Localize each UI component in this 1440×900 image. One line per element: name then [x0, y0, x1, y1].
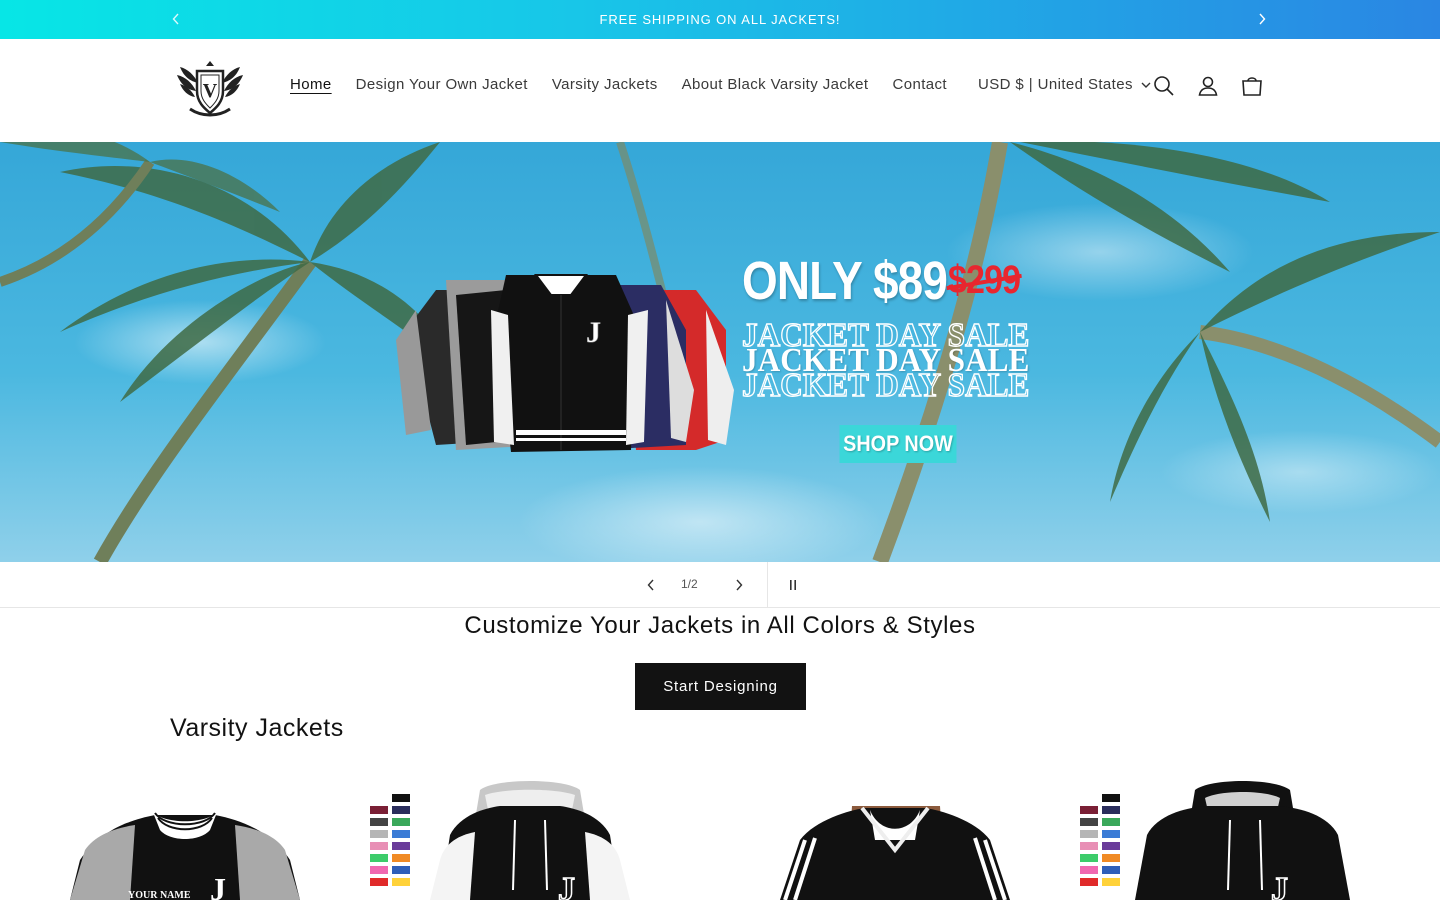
- promo-old-price: $299: [948, 258, 1021, 302]
- account-button[interactable]: [1196, 74, 1220, 98]
- store-logo[interactable]: V: [176, 57, 244, 119]
- start-designing-button[interactable]: Start Designing: [635, 663, 806, 710]
- chevron-left-icon: [647, 579, 654, 591]
- shop-now-button[interactable]: SHOP NOW: [839, 425, 957, 463]
- announcement-prev-button[interactable]: [166, 9, 186, 29]
- svg-text:V: V: [203, 80, 218, 102]
- winged-shield-logo-icon: V: [177, 61, 243, 117]
- varsity-jacket-product-image: YOUR NAME J: [70, 810, 300, 900]
- pause-icon: [790, 580, 796, 590]
- chevron-right-icon: [736, 579, 743, 591]
- varsity-hoodie-black-product-image: J: [1080, 781, 1350, 900]
- nav-about[interactable]: About Black Varsity Jacket: [670, 76, 881, 93]
- announcement-next-button[interactable]: [1252, 9, 1272, 29]
- slider-divider: [767, 562, 768, 608]
- svg-text:YOUR NAME: YOUR NAME: [128, 890, 191, 900]
- product-card[interactable]: J: [365, 780, 655, 900]
- svg-text:J: J: [586, 316, 601, 349]
- varsity-hoodie-product-image: J: [370, 781, 630, 900]
- chevron-left-icon: [172, 13, 179, 25]
- svg-text:J: J: [1271, 871, 1288, 900]
- svg-text:J: J: [210, 871, 226, 900]
- svg-text:J: J: [558, 871, 575, 900]
- cart-icon: [1242, 77, 1262, 96]
- customize-heading: Customize Your Jackets in All Colors & S…: [464, 612, 976, 639]
- slide-prev-button[interactable]: [639, 573, 663, 597]
- product-card[interactable]: J: [1075, 780, 1365, 900]
- announcement-bar: FREE SHIPPING ON ALL JACKETS!: [0, 0, 1440, 39]
- account-icon: [1198, 76, 1218, 96]
- slideshow-controls: 1/2: [0, 562, 1440, 608]
- currency-selector[interactable]: USD $ | United States: [978, 76, 1151, 93]
- product-card[interactable]: YOUR NAME J: [60, 780, 310, 900]
- slide-counter: 1/2: [681, 577, 698, 591]
- main-nav: Home Design Your Own Jacket Varsity Jack…: [278, 76, 959, 93]
- slideshow-pause-button[interactable]: [781, 573, 805, 597]
- currency-label: USD $ | United States: [978, 76, 1133, 93]
- nav-design-your-own-jacket[interactable]: Design Your Own Jacket: [344, 76, 540, 93]
- hero-banner[interactable]: J ONLY $89 $299 JACKET DAY SALE JACKET D…: [0, 142, 1440, 562]
- product-card[interactable]: [770, 780, 1020, 900]
- collection-title: Varsity Jackets: [170, 714, 344, 742]
- site-header: V Home Design Your Own Jacket Varsity Ja…: [0, 39, 1440, 142]
- search-icon: [1154, 76, 1174, 96]
- announcement-text: FREE SHIPPING ON ALL JACKETS!: [599, 12, 841, 27]
- nav-home[interactable]: Home: [278, 76, 344, 93]
- slide-next-button[interactable]: [727, 573, 751, 597]
- track-jacket-product-image: [780, 806, 1010, 900]
- nav-varsity-jackets[interactable]: Varsity Jackets: [540, 76, 670, 93]
- search-button[interactable]: [1152, 74, 1176, 98]
- sale-text-outline-bottom: JACKET DAY SALE: [741, 366, 1030, 404]
- cart-button[interactable]: [1240, 74, 1264, 98]
- varsity-jackets-image: J: [396, 274, 734, 452]
- nav-contact[interactable]: Contact: [880, 76, 959, 93]
- chevron-right-icon: [1259, 13, 1266, 25]
- promo-price: ONLY $89: [742, 251, 948, 311]
- chevron-down-icon: [1141, 82, 1151, 88]
